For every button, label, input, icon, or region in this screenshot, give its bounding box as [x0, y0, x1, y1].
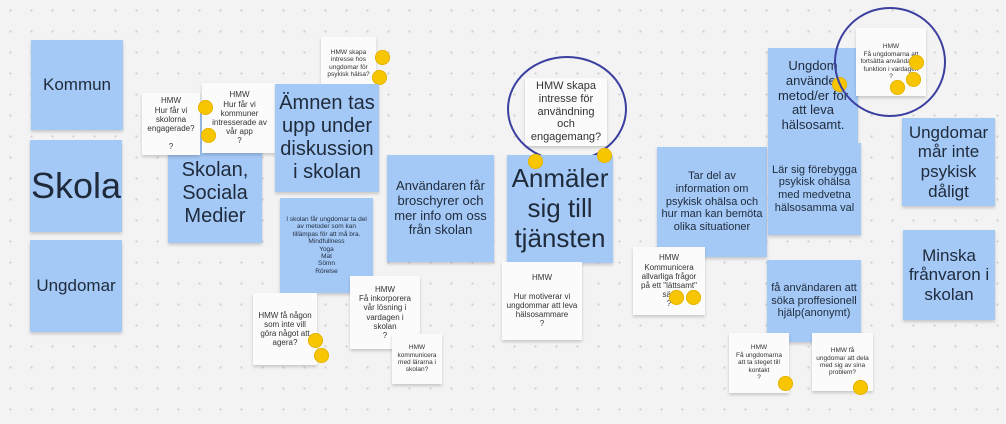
sticky-note-anmaler[interactable]: Anmäler sig till tjänsten	[507, 155, 613, 263]
sticky-note-ungdomar-mar[interactable]: Ungdomar mår inte psykisk dåligt	[902, 118, 995, 206]
vote-dot[interactable]	[909, 55, 924, 70]
vote-dot[interactable]	[198, 100, 213, 115]
sticky-note-kommun[interactable]: Kommun	[31, 40, 123, 130]
vote-dot[interactable]	[314, 348, 329, 363]
vote-dot[interactable]	[308, 333, 323, 348]
vote-dot[interactable]	[906, 72, 921, 87]
highlight-circle	[507, 56, 627, 162]
sticky-note-amnen-diskussion[interactable]: Ämnen tas upp under diskussion i skolan	[275, 84, 379, 192]
vote-dot[interactable]	[375, 50, 390, 65]
vote-dot[interactable]	[853, 380, 868, 395]
vote-dot[interactable]	[890, 80, 905, 95]
sticky-note-lar-sig[interactable]: Lär sig förebygga psykisk ohälsa med med…	[768, 143, 861, 235]
sticky-note-hmw-lararna[interactable]: HMW kommunicera med lärarna i skolan?	[392, 334, 442, 384]
sticky-note-hmw-kommuner[interactable]: HMW Hur får vi kommuner intresserade av …	[202, 83, 277, 153]
sticky-note-hmw-motiverar[interactable]: HMW Hur motiverar vi ungdommar att leva …	[502, 262, 582, 340]
vote-dot[interactable]	[597, 148, 612, 163]
sticky-note-hmw-skolorna[interactable]: HMW Hur får vi skolorna engagerade? ?	[142, 93, 200, 155]
vote-dot[interactable]	[528, 154, 543, 169]
sticky-note-hmw-agera[interactable]: HMW få någon som inte vill göra något at…	[253, 293, 317, 365]
sticky-note-hmw-psykisk-halsa[interactable]: HMW skapa intresse hos ungdomar för psyk…	[321, 37, 376, 90]
sticky-note-fa-anvandaren[interactable]: få användaren att söka proffesionell hjä…	[767, 260, 861, 342]
vote-dot[interactable]	[372, 70, 387, 85]
sticky-note-ungdomar[interactable]: Ungdomar	[30, 240, 122, 332]
vote-dot[interactable]	[686, 290, 701, 305]
vote-dot[interactable]	[201, 128, 216, 143]
sticky-note-tar-del-av[interactable]: Tar del av information om psykisk ohälsa…	[657, 147, 767, 257]
vote-dot[interactable]	[778, 376, 793, 391]
sticky-note-skola[interactable]: Skola	[30, 140, 122, 232]
sticky-note-minska-franvaron[interactable]: Minska frånvaron i skolan	[903, 230, 995, 320]
highlight-circle	[834, 7, 946, 117]
sticky-note-broschyrer[interactable]: Användaren får broschyrer och mer info o…	[387, 155, 494, 262]
vote-dot[interactable]	[669, 290, 684, 305]
